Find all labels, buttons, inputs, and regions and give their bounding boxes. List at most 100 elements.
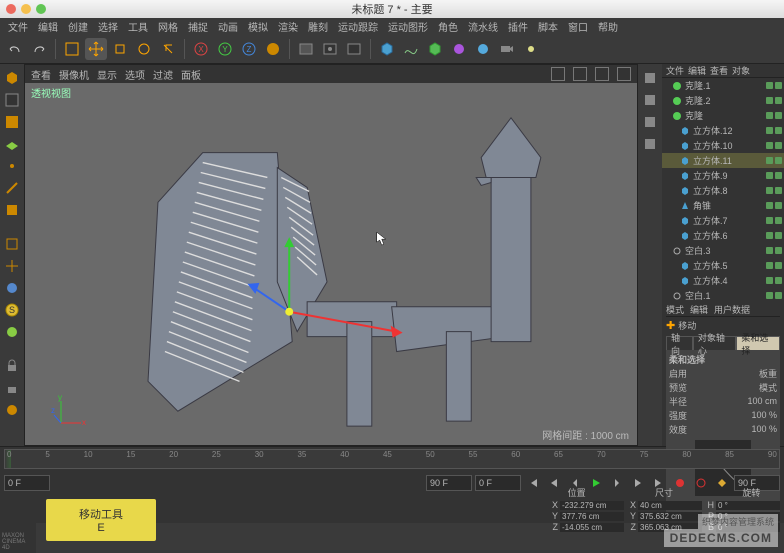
undo-button[interactable]: [4, 38, 26, 60]
object-row[interactable]: 立方体.7: [662, 213, 784, 228]
visibility-render-icon[interactable]: [775, 262, 782, 269]
pos-z-field[interactable]: -14.055 cm: [560, 523, 624, 532]
visibility-render-icon[interactable]: [775, 202, 782, 209]
menu-mograph[interactable]: 运动图形: [388, 19, 428, 34]
pos-y-field[interactable]: 377.76 cm: [560, 512, 624, 521]
visibility-editor-icon[interactable]: [766, 277, 773, 284]
visibility-render-icon[interactable]: [775, 187, 782, 194]
visibility-render-icon[interactable]: [775, 247, 782, 254]
object-row[interactable]: 克隆.2: [662, 93, 784, 108]
visibility-editor-icon[interactable]: [766, 97, 773, 104]
viewport-scene[interactable]: [25, 83, 637, 445]
size-y-field[interactable]: 375.632 cm: [638, 512, 702, 521]
visibility-editor-icon[interactable]: [766, 142, 773, 149]
pos-x-field[interactable]: -232.279 cm: [560, 501, 624, 510]
visibility-editor-icon[interactable]: [766, 262, 773, 269]
om-tab-object[interactable]: 对象: [732, 64, 750, 77]
polygon-mode-icon[interactable]: [2, 200, 22, 220]
object-row[interactable]: 立方体.12: [662, 123, 784, 138]
visibility-render-icon[interactable]: [775, 127, 782, 134]
add-cube-icon[interactable]: [376, 38, 398, 60]
visibility-render-icon[interactable]: [775, 277, 782, 284]
texture-mode-icon[interactable]: [2, 112, 22, 132]
goto-start-icon[interactable]: [524, 475, 542, 491]
y-axis-icon[interactable]: Y: [214, 38, 236, 60]
start-frame-field[interactable]: 0 F: [4, 475, 50, 491]
x-axis-icon[interactable]: X: [190, 38, 212, 60]
timeline-ruler[interactable]: 051015202530354045505560657075808590: [0, 446, 784, 471]
z-axis-icon[interactable]: Z: [238, 38, 260, 60]
size-x-field[interactable]: 40 cm: [638, 501, 702, 510]
material-icon[interactable]: [2, 400, 22, 420]
visibility-render-icon[interactable]: [775, 112, 782, 119]
visibility-render-icon[interactable]: [775, 157, 782, 164]
menu-plugins[interactable]: 插件: [508, 19, 528, 34]
menu-window[interactable]: 窗口: [568, 19, 588, 34]
object-row[interactable]: 立方体.8: [662, 183, 784, 198]
object-row[interactable]: 立方体.10: [662, 138, 784, 153]
model-mode-icon[interactable]: [2, 90, 22, 110]
visibility-render-icon[interactable]: [775, 232, 782, 239]
live-select-icon[interactable]: [61, 38, 83, 60]
object-row[interactable]: 克隆.1: [662, 78, 784, 93]
coord-system-icon[interactable]: [262, 38, 284, 60]
add-camera-icon[interactable]: [496, 38, 518, 60]
vp-layout1-icon[interactable]: [551, 67, 565, 81]
menu-edit[interactable]: 编辑: [38, 19, 58, 34]
menu-snap[interactable]: 捕捉: [188, 19, 208, 34]
visibility-editor-icon[interactable]: [766, 292, 773, 299]
object-row[interactable]: 立方体.9: [662, 168, 784, 183]
rt-content-icon[interactable]: [640, 134, 660, 154]
object-row[interactable]: 空白.1: [662, 288, 784, 300]
add-deformer-icon[interactable]: [448, 38, 470, 60]
vp-menu-panel[interactable]: 面板: [181, 67, 201, 82]
menu-help[interactable]: 帮助: [598, 19, 618, 34]
menu-script[interactable]: 脚本: [538, 19, 558, 34]
visibility-render-icon[interactable]: [775, 217, 782, 224]
move-tool-icon[interactable]: [85, 38, 107, 60]
object-row[interactable]: 克隆: [662, 108, 784, 123]
locked2-icon[interactable]: [2, 378, 22, 398]
axis-icon[interactable]: [2, 256, 22, 276]
scale-tool-icon[interactable]: [109, 38, 131, 60]
menu-select[interactable]: 选择: [98, 19, 118, 34]
workplane-icon[interactable]: [2, 134, 22, 154]
attr-radius-value[interactable]: 100 cm: [747, 396, 777, 406]
last-tool-icon[interactable]: [157, 38, 179, 60]
visibility-render-icon[interactable]: [775, 172, 782, 179]
menu-motiontrack[interactable]: 运动跟踪: [338, 19, 378, 34]
vp-layout4-icon[interactable]: [617, 67, 631, 81]
vp-menu-camera[interactable]: 摄像机: [59, 67, 89, 82]
visibility-render-icon[interactable]: [775, 97, 782, 104]
vp-menu-filter[interactable]: 过滤: [153, 67, 173, 82]
attr-mode[interactable]: 模式: [666, 303, 684, 316]
menu-simulate[interactable]: 模拟: [248, 19, 268, 34]
vp-layout2-icon[interactable]: [573, 67, 587, 81]
vp-menu-display[interactable]: 显示: [97, 67, 117, 82]
rt-layers-icon[interactable]: [640, 112, 660, 132]
snap-icon[interactable]: S: [2, 300, 22, 320]
add-generator-icon[interactable]: [424, 38, 446, 60]
edge-mode-icon[interactable]: [2, 178, 22, 198]
menu-render[interactable]: 渲染: [278, 19, 298, 34]
viewport-3d[interactable]: 查看 摄像机 显示 选项 过滤 面板 透视视图: [24, 64, 638, 446]
menu-sculpt[interactable]: 雕刻: [308, 19, 328, 34]
object-row[interactable]: 立方体.5: [662, 258, 784, 273]
make-editable-icon[interactable]: [2, 68, 22, 88]
menu-animate[interactable]: 动画: [218, 19, 238, 34]
object-row[interactable]: 立方体.4: [662, 273, 784, 288]
menu-file[interactable]: 文件: [8, 19, 28, 34]
visibility-editor-icon[interactable]: [766, 247, 773, 254]
object-row[interactable]: 立方体.6: [662, 228, 784, 243]
current-frame-field[interactable]: 0 F: [475, 475, 521, 491]
attr-strength-value[interactable]: 100 %: [751, 410, 777, 420]
attr-tab-softselect[interactable]: 柔和选择: [736, 336, 780, 350]
attr-edit[interactable]: 编辑: [690, 303, 708, 316]
visibility-editor-icon[interactable]: [766, 157, 773, 164]
menu-create[interactable]: 创建: [68, 19, 88, 34]
render-settings-icon[interactable]: [343, 38, 365, 60]
end-frame-field[interactable]: 90 F: [426, 475, 472, 491]
object-row[interactable]: 立方体.11: [662, 153, 784, 168]
lock-icon[interactable]: [2, 356, 22, 376]
visibility-editor-icon[interactable]: [766, 232, 773, 239]
